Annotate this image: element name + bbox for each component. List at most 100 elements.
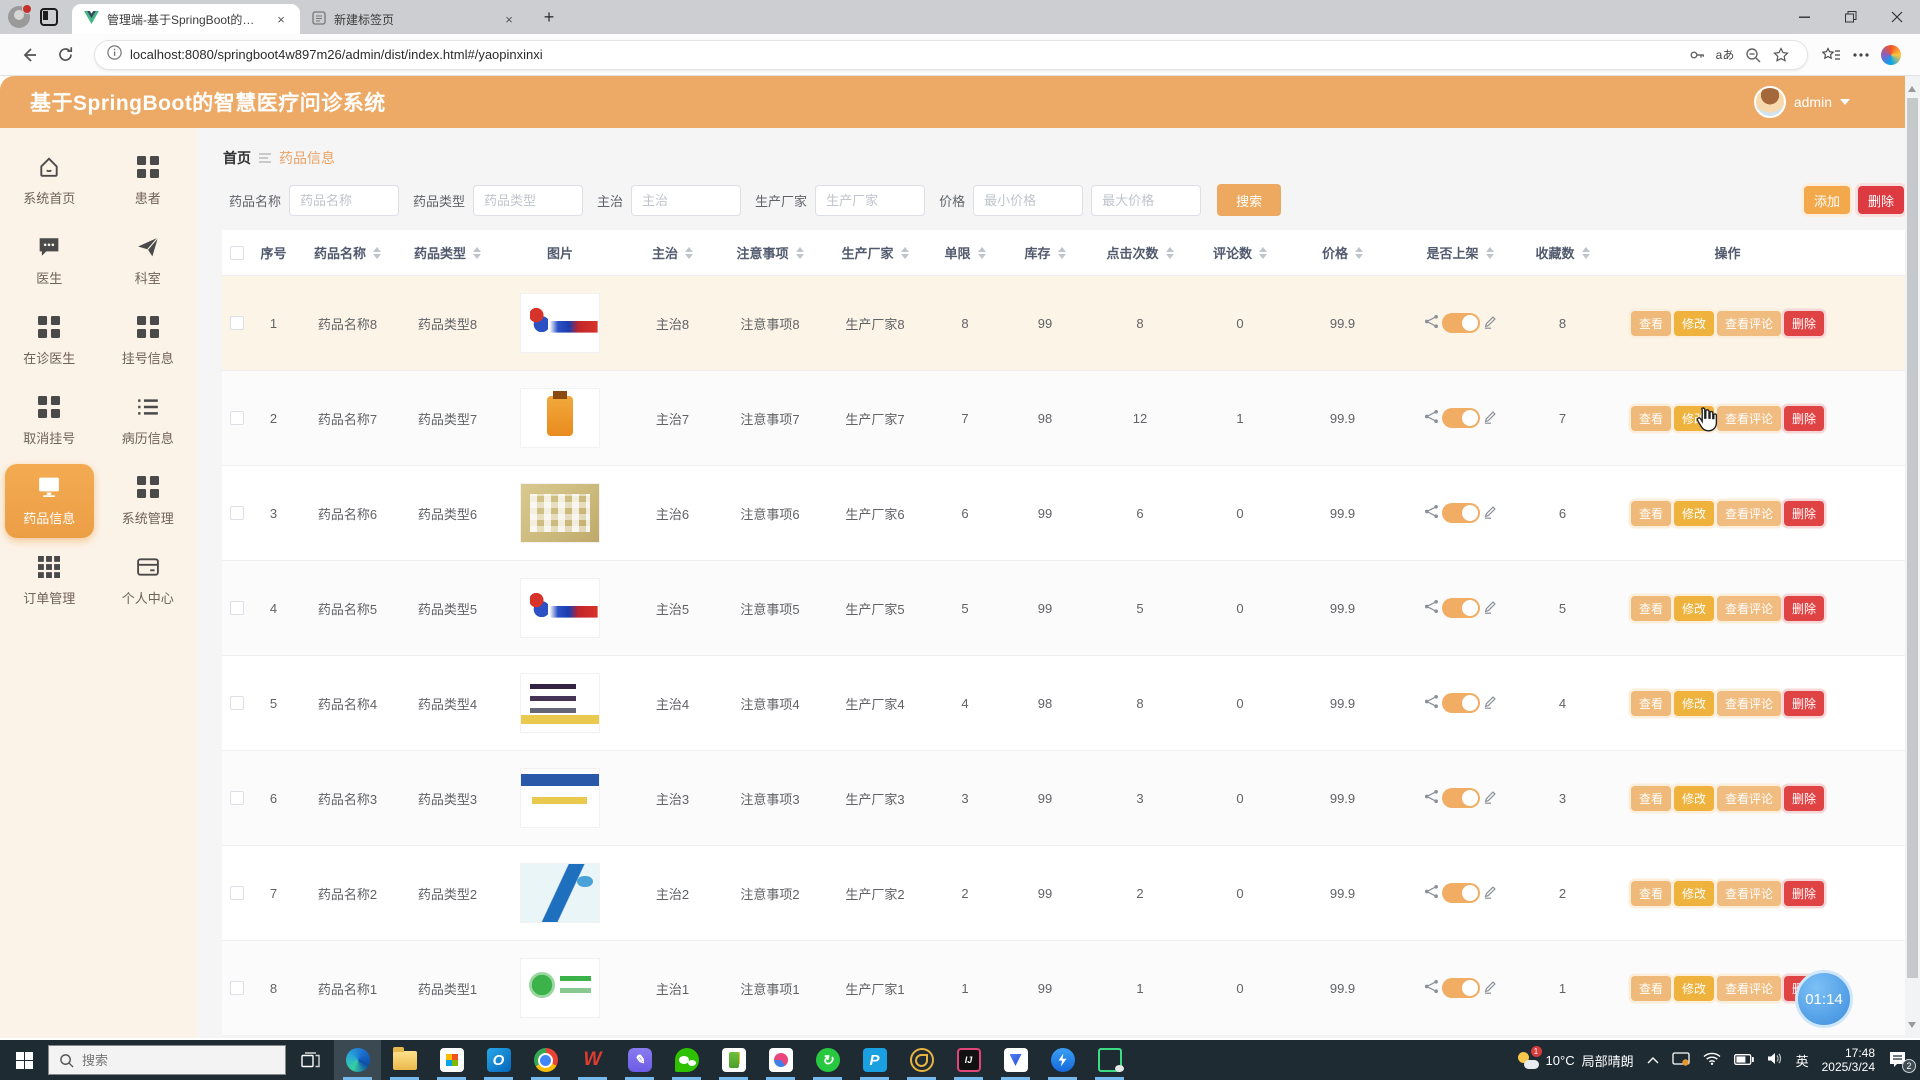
view-button[interactable]: 查看 — [1631, 501, 1671, 526]
zoom-out-icon[interactable] — [1739, 42, 1767, 68]
pencil-icon[interactable] — [1483, 410, 1497, 427]
delete-button[interactable]: 删除 — [1784, 596, 1824, 621]
add-button[interactable]: 添加 — [1804, 186, 1850, 214]
taskbar-search[interactable] — [48, 1045, 286, 1075]
edit-button[interactable]: 修改 — [1674, 596, 1714, 621]
drug-image[interactable] — [520, 483, 600, 543]
sort-icon[interactable] — [685, 243, 693, 263]
sidebar-item-order-management[interactable]: 订单管理 — [5, 544, 94, 618]
bookmark-star-icon[interactable] — [1767, 42, 1795, 68]
site-info-icon[interactable] — [107, 45, 122, 65]
url-text[interactable]: localhost:8080/springboot4w897m26/admin/… — [130, 47, 1683, 62]
view-button[interactable]: 查看 — [1631, 596, 1671, 621]
edit-button[interactable]: 修改 — [1674, 786, 1714, 811]
column-header-label[interactable]: 是否上架 — [1426, 243, 1478, 262]
pencil-icon[interactable] — [1483, 505, 1497, 522]
price-max-input[interactable] — [1091, 185, 1201, 216]
row-checkbox[interactable] — [230, 791, 244, 805]
sort-icon[interactable] — [978, 243, 986, 263]
sidebar-item-home[interactable]: 系统首页 — [5, 144, 94, 218]
clock[interactable]: 17:48 2025/3/24 — [1822, 1046, 1875, 1074]
column-header-label[interactable]: 收藏数 — [1535, 243, 1574, 262]
taskbar-app-wps[interactable] — [569, 1040, 616, 1080]
taskbar-app-sync[interactable] — [804, 1040, 851, 1080]
taskbar-app-chrome[interactable] — [522, 1040, 569, 1080]
delete-button[interactable]: 删除 — [1784, 406, 1824, 431]
taskbar-app-design[interactable] — [757, 1040, 804, 1080]
sidebar-item-cancel-registration[interactable]: 取消挂号 — [5, 384, 94, 458]
task-view-icon[interactable] — [286, 1040, 334, 1080]
cast-icon[interactable] — [1672, 1052, 1690, 1069]
taskbar-app-outlook[interactable] — [475, 1040, 522, 1080]
screen-recorder-timer[interactable]: 01:14 — [1795, 970, 1853, 1028]
browser-profile-icon[interactable] — [8, 6, 30, 28]
pencil-icon[interactable] — [1483, 695, 1497, 712]
browser-tab-admin[interactable]: 管理端-基于SpringBoot的智慧医× — [72, 4, 300, 34]
sidebar-item-on-duty-doctors[interactable]: 在诊医生 — [5, 304, 94, 378]
sort-icon[interactable] — [796, 243, 804, 263]
column-header-label[interactable]: 点击次数 — [1106, 243, 1158, 262]
on-shelf-toggle[interactable] — [1442, 883, 1480, 903]
scrollbar-down-icon[interactable] — [1908, 1022, 1916, 1032]
column-header-label[interactable]: 价格 — [1322, 243, 1348, 262]
drug-type-input[interactable] — [473, 185, 583, 216]
taskbar-app-pycharm[interactable] — [851, 1040, 898, 1080]
on-shelf-toggle[interactable] — [1442, 313, 1480, 333]
pencil-icon[interactable] — [1483, 885, 1497, 902]
window-restore-button[interactable] — [1828, 0, 1874, 34]
comments-button[interactable]: 查看评论 — [1717, 596, 1781, 621]
edit-button[interactable]: 修改 — [1674, 311, 1714, 336]
tab-close-icon[interactable]: × — [500, 10, 518, 28]
comments-button[interactable]: 查看评论 — [1717, 311, 1781, 336]
pencil-icon[interactable] — [1483, 980, 1497, 997]
price-min-input[interactable] — [973, 185, 1083, 216]
weather-widget[interactable]: 1 10°C 局部晴朗 — [1517, 1050, 1634, 1070]
row-checkbox[interactable] — [230, 316, 244, 330]
taskbar-app-thunder[interactable] — [1039, 1040, 1086, 1080]
taskbar-app-store[interactable] — [428, 1040, 475, 1080]
back-icon[interactable] — [14, 40, 44, 70]
wifi-icon[interactable] — [1703, 1052, 1721, 1068]
drug-image[interactable] — [520, 768, 600, 828]
browser-menu-icon[interactable] — [1846, 40, 1876, 70]
delete-button[interactable]: 删除 — [1784, 786, 1824, 811]
window-close-button[interactable] — [1874, 0, 1920, 34]
share-icon[interactable] — [1424, 314, 1439, 332]
password-key-icon[interactable] — [1683, 42, 1711, 68]
view-button[interactable]: 查看 — [1631, 406, 1671, 431]
view-button[interactable]: 查看 — [1631, 786, 1671, 811]
on-shelf-toggle[interactable] — [1442, 693, 1480, 713]
notification-center-icon[interactable]: 2 — [1888, 1051, 1910, 1069]
user-menu[interactable]: admin — [1754, 86, 1850, 118]
column-header-label[interactable]: 注意事项 — [736, 243, 788, 262]
on-shelf-toggle[interactable] — [1442, 503, 1480, 523]
share-icon[interactable] — [1424, 979, 1439, 997]
drug-name-input[interactable] — [289, 185, 399, 216]
taskbar-app-teams[interactable] — [992, 1040, 1039, 1080]
row-checkbox[interactable] — [230, 506, 244, 520]
column-header-label[interactable]: 主治 — [652, 243, 678, 262]
browser-workspaces-icon[interactable] — [40, 8, 58, 26]
pencil-icon[interactable] — [1483, 790, 1497, 807]
share-icon[interactable] — [1424, 409, 1439, 427]
taskbar-app-notes[interactable] — [616, 1040, 663, 1080]
window-minimize-button[interactable] — [1782, 0, 1828, 34]
column-header-label[interactable]: 单限 — [944, 243, 970, 262]
comments-button[interactable]: 查看评论 — [1717, 786, 1781, 811]
drug-image[interactable] — [520, 388, 600, 448]
delete-button[interactable]: 删除 — [1784, 881, 1824, 906]
pencil-icon[interactable] — [1483, 600, 1497, 617]
column-header-label[interactable]: 评论数 — [1213, 243, 1252, 262]
input-language[interactable]: 英 — [1796, 1051, 1809, 1070]
row-checkbox[interactable] — [230, 696, 244, 710]
breadcrumb-home[interactable]: 首页 — [223, 148, 251, 168]
sort-icon[interactable] — [1058, 243, 1066, 263]
drug-image[interactable] — [520, 673, 600, 733]
on-shelf-toggle[interactable] — [1442, 978, 1480, 998]
new-tab-button[interactable] — [536, 4, 562, 30]
column-header-label[interactable]: 生产厂家 — [841, 243, 893, 262]
sidebar-item-doctors[interactable]: 医生 — [5, 224, 94, 298]
share-icon[interactable] — [1424, 884, 1439, 902]
refresh-icon[interactable] — [50, 40, 80, 70]
select-all-checkbox[interactable] — [230, 246, 244, 260]
